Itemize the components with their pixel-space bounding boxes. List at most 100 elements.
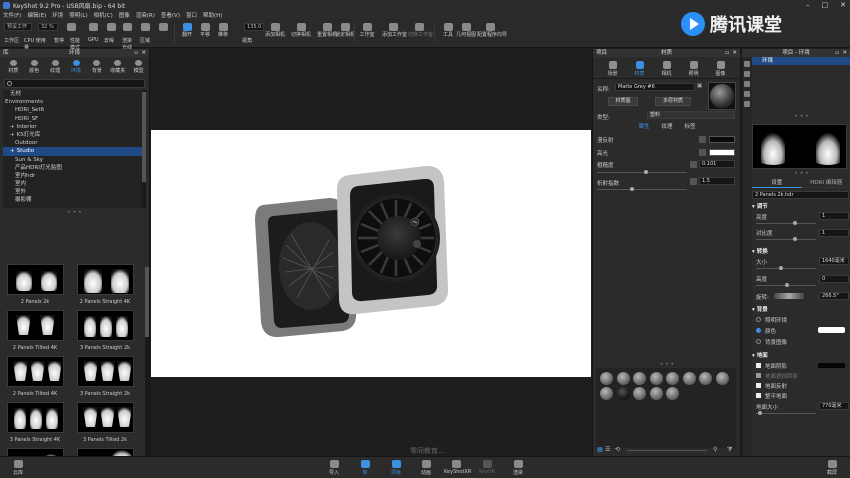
material-type-select[interactable]: 塑料 [647, 111, 735, 119]
ground-section-header[interactable]: ▾ 地面 [752, 351, 850, 359]
tab-scene[interactable]: 场景 [601, 57, 625, 78]
filter-icon[interactable]: ⧩ [727, 446, 732, 454]
contrast-slider[interactable] [756, 239, 816, 240]
library-item[interactable]: 2 Panels Tilted 4K [4, 356, 66, 403]
delete-environment-icon[interactable] [744, 81, 750, 87]
tree-item[interactable]: 室外 [3, 188, 146, 196]
tab-environments[interactable]: 环境 [66, 57, 87, 77]
tab-image[interactable]: 图像 [709, 57, 733, 78]
pin-icon[interactable]: ▫ [134, 49, 138, 57]
close-icon[interactable]: ✕ [141, 49, 146, 57]
bg-lighting-radio[interactable] [756, 317, 761, 322]
tree-item[interactable]: 产品HDRI灯光贴图 [3, 164, 146, 172]
menu-file[interactable]: 文件(F) [3, 11, 21, 19]
close-icon[interactable]: ✕ [842, 49, 847, 57]
close-button[interactable]: ✕ [840, 0, 846, 10]
material-thumbnail[interactable] [649, 372, 663, 385]
tab-textures[interactable]: 纹理 [45, 57, 66, 77]
tool-add-studio[interactable]: 添加工作室 [382, 21, 407, 45]
bg-image-radio[interactable] [756, 339, 761, 344]
brightness-slider-knob[interactable] [793, 221, 797, 225]
library-item[interactable]: 3 Panels Straight 2k [74, 310, 136, 357]
library-item[interactable]: 2 Panels Straight 4K [74, 264, 136, 311]
height-input[interactable]: 0 [819, 275, 849, 283]
duplicate-environment-icon[interactable] [744, 71, 750, 77]
subtab-textures[interactable]: 纹理 [661, 122, 672, 131]
subtab-labels[interactable]: 标签 [685, 122, 696, 131]
tab-colors[interactable]: 颜色 [24, 57, 45, 77]
material-thumbnail[interactable] [649, 387, 663, 400]
material-thumbnail[interactable] [666, 387, 679, 400]
tab-hdri-editor[interactable]: HDRI 编辑器 [801, 179, 850, 188]
contrast-slider-knob[interactable] [793, 237, 797, 241]
expand-icon[interactable]: + [10, 132, 15, 138]
splitter-handle[interactable]: • • • [0, 209, 149, 216]
tree-item[interactable]: 室内 [3, 180, 146, 188]
material-name-input[interactable]: Matte Grey #6 [615, 83, 695, 91]
multi-material-button[interactable]: 多层材质 [655, 97, 691, 106]
library-item[interactable]: 2 Panels 2k [4, 264, 66, 311]
height-slider-knob[interactable] [785, 283, 789, 287]
menu-edit[interactable]: 编辑(E) [27, 11, 46, 19]
tab-models[interactable]: 模型 [128, 57, 149, 77]
tab-backplates[interactable]: 背景 [86, 57, 107, 77]
add-environment-icon[interactable] [744, 61, 750, 67]
grid-view-icon[interactable]: ▦ [597, 446, 603, 453]
settings-icon[interactable] [744, 101, 750, 107]
material-size-slider[interactable] [627, 450, 707, 451]
tree-item[interactable]: 室内hdr [3, 172, 146, 180]
tree-item[interactable]: + Studio [3, 147, 146, 156]
ground-size-input[interactable]: 770毫米 [819, 402, 849, 410]
flatten-ground-checkbox[interactable] [756, 393, 761, 398]
splitter-handle[interactable]: • • • [752, 113, 850, 120]
tool-add-camera[interactable]: 添加相机 [264, 21, 286, 45]
tab-material[interactable]: 材质 [628, 57, 652, 78]
size-slider[interactable] [756, 268, 816, 269]
import-button[interactable]: 导入 [322, 459, 346, 476]
ior-slider-knob[interactable] [630, 187, 634, 191]
size-input[interactable]: 1640毫米 [819, 257, 849, 265]
specular-color-swatch[interactable] [709, 149, 735, 156]
list-view-icon[interactable]: ☰ [605, 446, 610, 453]
tree-item[interactable]: HDRI_SF [3, 115, 146, 123]
render-button[interactable]: 渲染 [506, 459, 530, 476]
expand-icon[interactable]: + [10, 148, 15, 154]
tree-item[interactable]: + KS灯光库 [3, 131, 146, 139]
library-scrollbar[interactable] [145, 267, 149, 478]
size-slider-knob[interactable] [779, 266, 783, 270]
environment-list-item[interactable]: 环境 [752, 57, 850, 65]
ior-input[interactable]: 1.5 [699, 177, 735, 185]
material-thumbnail[interactable] [633, 372, 646, 385]
tree-item[interactable]: 摄影棚 [3, 196, 146, 204]
menu-help[interactable]: 帮助(H) [203, 11, 222, 19]
tab-favorites[interactable]: 收藏夹 [107, 57, 128, 77]
tab-lighting[interactable]: 照明 [682, 57, 706, 78]
menu-environment[interactable]: 环境 [52, 11, 63, 19]
close-icon[interactable]: ✕ [732, 49, 737, 57]
studio-link-icon[interactable] [744, 91, 750, 97]
adjust-section-header[interactable]: ▾ 调节 [752, 202, 850, 210]
ground-shadow-color-swatch[interactable] [818, 363, 845, 368]
project-button[interactable]: 项目 [384, 459, 408, 476]
material-thumbnail[interactable] [715, 372, 729, 385]
keyshotxr-button[interactable]: KeyShotXR [444, 459, 471, 475]
ground-size-slider[interactable] [756, 413, 816, 414]
bg-color-radio[interactable] [756, 328, 761, 333]
tool-studio[interactable]: 工作室 [356, 21, 378, 45]
roughness-slider[interactable] [597, 172, 687, 173]
material-thumbnail[interactable] [633, 387, 646, 400]
roughness-texture-icon[interactable] [690, 161, 697, 168]
subtab-properties[interactable]: 属性 [638, 122, 649, 131]
library-item[interactable]: 3 Panels Straight 4K [4, 402, 66, 449]
tool-dolly[interactable]: 推移 [212, 21, 234, 45]
cloud-library-button[interactable]: 云库 [6, 459, 30, 476]
save-material-icon[interactable]: ▣ [697, 83, 702, 89]
background-section-header[interactable]: ▾ 背景 [752, 305, 850, 313]
tree-item[interactable]: HDRI_Set6 [3, 106, 146, 114]
rotation-input[interactable]: 266.5° [819, 292, 849, 300]
library-item[interactable]: 3 Panels Straight 2k [74, 356, 136, 403]
menu-image[interactable]: 图像 [119, 11, 130, 19]
menu-render[interactable]: 渲染(R) [136, 11, 155, 19]
ground-reflection-checkbox[interactable] [756, 383, 761, 388]
library-item[interactable]: 3 Panels Tilted 2k [74, 402, 136, 449]
